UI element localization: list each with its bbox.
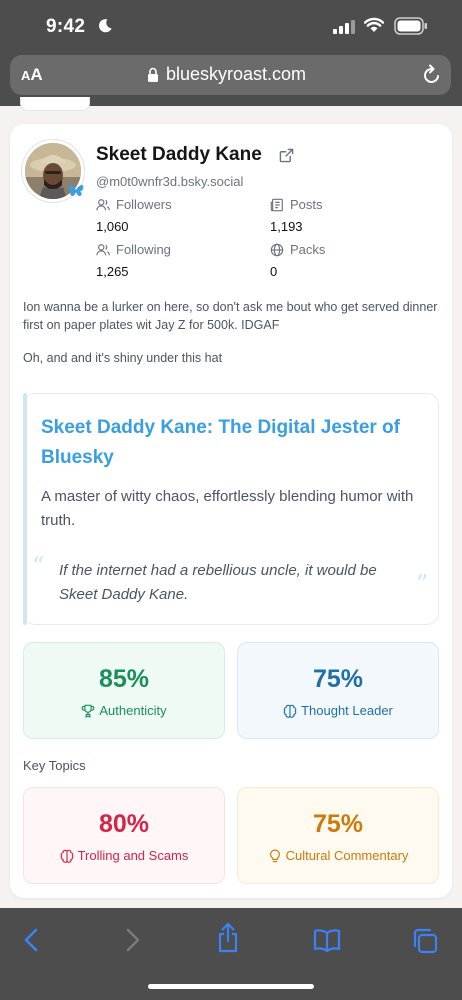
text-size-button[interactable]: AA (21, 65, 43, 85)
url-text[interactable]: blueskyroast.com (166, 64, 306, 85)
topic-value: 75% (312, 810, 364, 838)
status-bar: 9:42 (0, 0, 462, 54)
roast-title: Skeet Daddy Kane: The Digital Jester of … (41, 417, 400, 468)
key-topics-heading: Key Topics (23, 758, 86, 773)
topic-value: 80% (98, 810, 150, 838)
stat-following-label: Following (116, 242, 171, 257)
trophy-icon (82, 704, 95, 718)
reload-icon[interactable] (422, 64, 442, 86)
previous-card-edge (20, 97, 90, 111)
roast-accent-bar (23, 393, 27, 625)
topic-cultural-commentary: 75% Cultural Commentary (237, 787, 439, 884)
metric-value: 75% (312, 665, 364, 693)
profile-name: Skeet Daddy Kane (96, 144, 262, 165)
bluesky-butterfly-icon (68, 185, 84, 196)
back-icon[interactable] (22, 927, 42, 953)
profile-bio-extra: Oh, and and it's shiny under this hat (23, 351, 223, 365)
topic-label: Cultural Commentary (238, 848, 438, 863)
stat-packs-value: 0 (270, 264, 278, 279)
topic-label: Trolling and Scams (24, 848, 224, 863)
profile-bio: Ion wanna be a lurker on here, so don't … (23, 300, 438, 332)
stat-followers-value: 1,060 (96, 219, 129, 234)
lock-icon (148, 67, 158, 82)
globe-icon (270, 243, 284, 257)
brain-icon (283, 704, 297, 718)
status-time: 9:42 (46, 16, 86, 37)
stat-followers-label: Followers (116, 197, 172, 212)
metric-label: Authenticity (24, 703, 224, 718)
forward-icon[interactable] (122, 927, 142, 953)
stat-packs-label: Packs (290, 242, 326, 257)
quote-open-mark: “ (32, 552, 45, 580)
metric-value: 85% (98, 665, 150, 693)
share-icon[interactable] (216, 922, 240, 954)
topic-trolling-and-scams: 80% Trolling and Scams (23, 787, 225, 884)
address-bar[interactable]: AA blueskyroast.com (10, 55, 451, 95)
moon-icon (99, 19, 112, 33)
metric-authenticity: 85% Authenticity (23, 642, 225, 739)
stat-posts-value: 1,193 (270, 219, 303, 234)
metric-label: Thought Leader (238, 703, 438, 718)
stat-following-value: 1,265 (96, 264, 129, 279)
wifi-icon (364, 17, 384, 32)
roast-subtitle: A master of witty chaos, effortlessly bl… (41, 488, 414, 529)
roast-quote: If the internet had a rebellious uncle, … (59, 562, 377, 603)
stat-posts-label: Posts (290, 197, 323, 212)
users-icon (96, 244, 110, 256)
metric-thought-leader: 75% Thought Leader (237, 642, 439, 739)
battery-icon (394, 17, 427, 35)
bookmarks-icon[interactable] (313, 927, 341, 953)
brain-icon (60, 849, 73, 863)
profile-handle: @m0t0wnfr3d.bsky.social (96, 174, 244, 189)
lightbulb-icon (269, 849, 280, 863)
tabs-icon[interactable] (411, 927, 439, 955)
quote-close-mark: ” (416, 570, 429, 598)
newspaper-icon (270, 198, 283, 212)
cellular-signal-icon (333, 20, 355, 34)
external-link-icon[interactable] (279, 148, 294, 163)
home-indicator (148, 984, 314, 989)
users-icon (96, 199, 110, 211)
